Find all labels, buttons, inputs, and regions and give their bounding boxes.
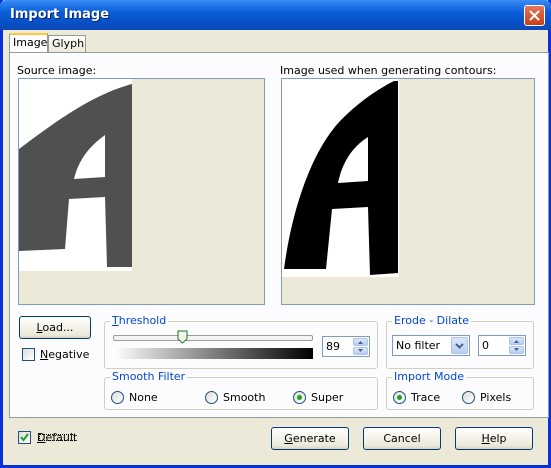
smooth-filter-title: Smooth Filter [110,370,188,383]
contour-glyph-image [282,79,399,277]
help-button[interactable]: Help [455,427,533,450]
erode-dilate-title: Erode - Dilate [392,314,472,327]
threshold-slider-track[interactable] [113,335,313,341]
tab-glyph[interactable]: Glyph [48,35,86,52]
import-image-dialog: Import Image Image Glyph Source image: I… [0,0,551,468]
smooth-filter-group: Smooth Filter None Smooth Super [104,370,378,410]
import-trace-radio[interactable] [393,391,406,404]
spin-up-icon[interactable] [353,338,368,346]
import-pixels-radio[interactable] [462,391,475,404]
cancel-button[interactable]: Cancel [363,427,441,450]
source-image-preview [18,78,265,305]
threshold-group: Threshold 89 [104,314,378,369]
generate-button[interactable]: Generate [271,427,349,450]
image-tab-panel: Source image: Image used when generating… [9,52,549,418]
spin-down-icon[interactable] [509,346,524,354]
contour-image-label: Image used when generating contours: [280,64,497,77]
close-button[interactable] [524,5,545,26]
threshold-spin-arrows[interactable] [353,338,368,355]
contour-image-preview [281,78,535,305]
erode-spin-arrows[interactable] [509,337,524,354]
checkmark-icon [20,433,29,442]
threshold-value: 89 [326,340,340,353]
load-button[interactable]: Load... [19,316,91,339]
spin-down-icon[interactable] [353,347,368,355]
default-label: Default [37,431,78,444]
import-mode-title: Import Mode [392,370,466,383]
close-icon [529,10,540,21]
negative-label: Negative [40,348,90,361]
erode-amount-spinner[interactable]: 0 [478,335,526,356]
tab-image[interactable]: Image [9,33,48,53]
negative-checkbox[interactable] [22,348,35,361]
import-mode-group: Import Mode Trace Pixels [386,370,534,410]
erode-dilate-group: Erode - Dilate No filter 0 [386,314,534,369]
title-bar[interactable]: Import Image [0,0,551,30]
source-glyph-image [19,79,132,271]
threshold-gradient-bar [113,348,313,359]
spin-up-icon[interactable] [509,337,524,345]
source-image-label: Source image: [17,64,97,77]
threshold-slider-thumb[interactable] [177,330,188,344]
threshold-title: Threshold [110,314,169,327]
erode-filter-value: No filter [396,339,441,352]
smooth-smooth-label: Smooth [223,391,266,404]
import-trace-label: Trace [411,391,441,404]
threshold-spinner[interactable]: 89 [322,336,370,357]
smooth-smooth-radio[interactable] [205,391,218,404]
tab-image-label: Image [13,36,48,49]
erode-filter-combo[interactable]: No filter [392,335,470,356]
import-pixels-label: Pixels [480,391,512,404]
smooth-super-label: Super [311,391,344,404]
default-checkbox[interactable] [18,431,31,444]
smooth-none-label: None [129,391,158,404]
smooth-none-radio[interactable] [111,391,124,404]
smooth-super-radio[interactable] [293,391,306,404]
tab-glyph-label: Glyph [52,37,85,50]
window-title: Import Image [10,7,110,22]
chevron-down-icon[interactable] [451,337,468,354]
load-button-label: oad... [42,321,74,334]
erode-amount-value: 0 [482,339,489,352]
